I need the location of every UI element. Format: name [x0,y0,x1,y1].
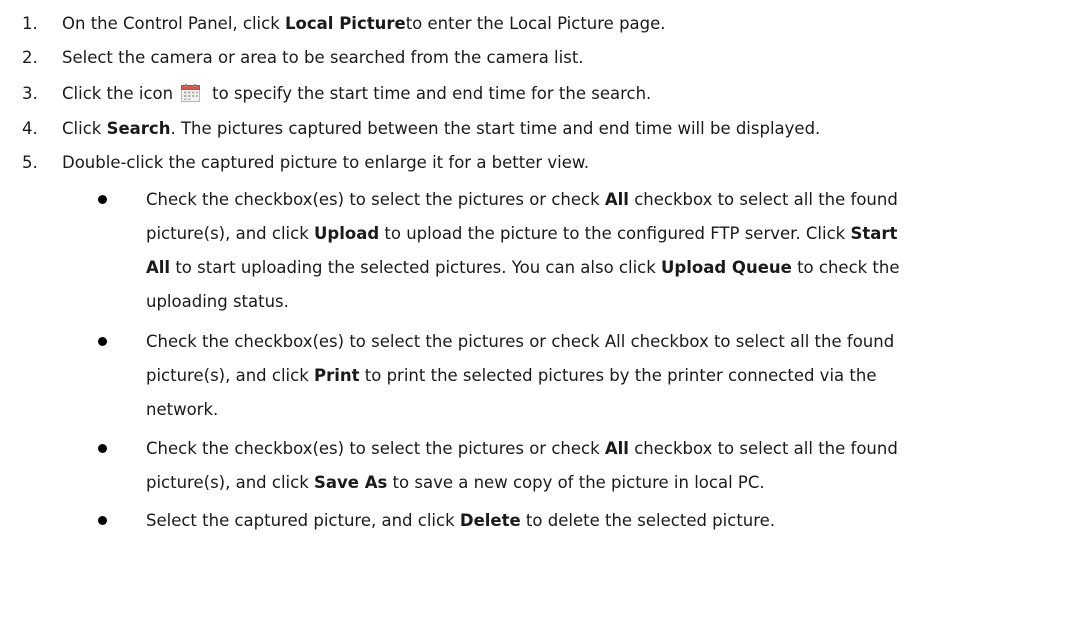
bullet-dot-icon [98,516,107,525]
step-3: 3. Click the icon to specify the start t… [0,76,1091,110]
step-2: 2. Select the camera or area to be searc… [0,40,1091,74]
step-number: 1. [22,13,38,33]
bullet-line: picture(s), and click Save As to save a … [146,473,765,492]
bullet-line: Check the checkbox(es) to select the pic… [146,190,898,209]
document-page: 1. On the Control Panel, click Local Pic… [0,0,1091,621]
bullet-line: uploading status. [146,292,289,311]
step-4: 4. Click Search. The pictures captured b… [0,111,1091,145]
step-text-pre: Click the icon [62,83,174,103]
step-text-pre: On the Control Panel, click [62,13,280,33]
step-number: 5. [22,152,38,172]
step-number: 2. [22,47,38,67]
step-text-pre: Click [62,118,102,138]
step-text: Select the camera or area to be searched… [62,47,584,67]
step-text-post: to specify the start time and end time f… [212,83,652,103]
bullet-line: network. [146,400,219,419]
bullet-dot-icon [98,337,107,346]
step-text: On the Control Panel, click Local Pictur… [62,14,666,33]
bullet-line: Select the captured picture, and click D… [146,511,776,530]
bullet-line: Check the checkbox(es) to select the pic… [146,332,895,351]
step-text: Click Search. The pictures captured betw… [62,119,820,138]
bullet-line: Check the checkbox(es) to select the pic… [146,439,898,458]
step-5: 5. Double-click the captured picture to … [0,145,1091,179]
step-1: 1. On the Control Panel, click Local Pic… [0,6,1091,40]
bullet-dot-icon [98,195,107,204]
step-text-post: to enter the Local Picture page. [405,13,666,33]
step-text: Double-click the captured picture to enl… [62,152,590,172]
step-text-bold: Local Picture [285,13,406,33]
step-text-post: . The pictures captured between the star… [170,118,821,138]
step-text-bold: Search [106,118,171,138]
step-number: 3. [22,83,38,103]
bullet-dot-icon [98,444,107,453]
step-number: 4. [22,118,38,138]
bullet-line: All to start uploading the selected pict… [146,258,900,277]
step-text: Click the icon to specify the start time… [62,84,651,103]
bullet-line: picture(s), and click Print to print the… [146,366,877,385]
bullet-line: picture(s), and click Upload to upload t… [146,224,898,243]
calendar-icon [181,84,201,102]
